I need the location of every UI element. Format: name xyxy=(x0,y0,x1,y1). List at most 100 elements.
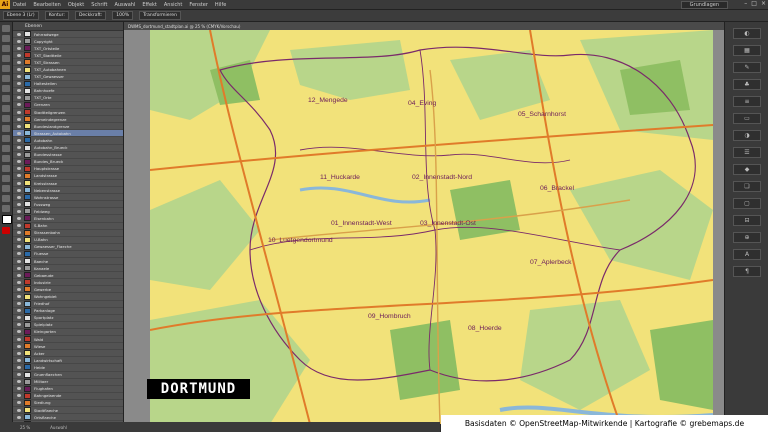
visibility-eye-icon[interactable] xyxy=(17,373,21,377)
color-panel-icon[interactable]: ◐ xyxy=(733,28,761,39)
layer-row[interactable]: Bundeslandgrenze xyxy=(13,123,123,131)
workspace-switcher[interactable]: Grundlagen xyxy=(680,1,728,9)
layer-row[interactable]: Landwirtschaft xyxy=(13,357,123,365)
layer-row[interactable]: Friedhof xyxy=(13,300,123,308)
layer-selector[interactable]: Ebene 3 (Lr) xyxy=(3,11,39,20)
visibility-eye-icon[interactable] xyxy=(17,245,21,249)
visibility-eye-icon[interactable] xyxy=(17,39,21,43)
visibility-eye-icon[interactable] xyxy=(17,195,21,199)
stroke-color-icon[interactable] xyxy=(2,227,10,234)
layer-row[interactable]: Sportplatz xyxy=(13,314,123,322)
layer-row[interactable]: S-Bahn xyxy=(13,222,123,230)
visibility-eye-icon[interactable] xyxy=(17,124,21,128)
visibility-eye-icon[interactable] xyxy=(17,401,21,405)
visibility-eye-icon[interactable] xyxy=(17,252,21,256)
selection-tool-icon[interactable] xyxy=(2,25,10,32)
visibility-eye-icon[interactable] xyxy=(17,53,21,57)
layer-row[interactable]: Strassenbahn xyxy=(13,229,123,237)
layer-row[interactable]: Kreisstrasse xyxy=(13,180,123,188)
layers-panel-icon[interactable]: ❏ xyxy=(733,181,761,192)
layer-row[interactable]: Parkanlage xyxy=(13,307,123,315)
type-tool-icon[interactable] xyxy=(2,75,10,82)
visibility-eye-icon[interactable] xyxy=(17,287,21,291)
layer-row[interactable]: Fahrradwege xyxy=(13,31,123,39)
visibility-eye-icon[interactable] xyxy=(17,316,21,320)
visibility-eye-icon[interactable] xyxy=(17,202,21,206)
layer-row[interactable]: Autobahn_Brueck xyxy=(13,144,123,152)
appearance-panel-icon[interactable]: ☰ xyxy=(733,147,761,158)
menu-edit[interactable]: Bearbeiten xyxy=(33,2,60,8)
visibility-eye-icon[interactable] xyxy=(17,266,21,270)
layer-row[interactable]: Grenzen xyxy=(13,101,123,110)
magic-wand-tool-icon[interactable] xyxy=(2,45,10,52)
hand-tool-icon[interactable] xyxy=(2,195,10,202)
layer-row[interactable]: Acker xyxy=(13,350,123,358)
menu-select[interactable]: Auswahl xyxy=(114,2,135,8)
visibility-eye-icon[interactable] xyxy=(17,273,21,277)
visibility-eye-icon[interactable] xyxy=(17,153,21,157)
shape-builder-tool-icon[interactable] xyxy=(2,165,10,172)
layer-row[interactable]: Fluesse xyxy=(13,250,123,258)
brush-tool-icon[interactable] xyxy=(2,105,10,112)
artboards-panel-icon[interactable]: ▢ xyxy=(733,198,761,209)
visibility-eye-icon[interactable] xyxy=(17,330,21,334)
stroke-panel-icon[interactable]: ≡ xyxy=(733,96,761,107)
visibility-eye-icon[interactable] xyxy=(17,75,21,79)
visibility-eye-icon[interactable] xyxy=(17,302,21,306)
direct-selection-tool-icon[interactable] xyxy=(2,35,10,42)
visibility-eye-icon[interactable] xyxy=(17,295,21,299)
visibility-eye-icon[interactable] xyxy=(17,160,21,164)
paragraph-panel-icon[interactable]: ¶ xyxy=(733,266,761,277)
menu-object[interactable]: Objekt xyxy=(68,2,84,8)
layer-row[interactable]: Bundesstrasse xyxy=(13,151,123,159)
menu-help[interactable]: Hilfe xyxy=(215,2,226,8)
visibility-eye-icon[interactable] xyxy=(17,408,21,412)
visibility-eye-icon[interactable] xyxy=(17,337,21,341)
visibility-eye-icon[interactable] xyxy=(17,110,21,114)
document-tab[interactable]: DWMS_dortmund_stadtplan.ai @ 25 % (CMYK/… xyxy=(124,22,724,30)
layer-row[interactable]: Haltestellen xyxy=(13,80,123,88)
visibility-eye-icon[interactable] xyxy=(17,238,21,242)
layer-row[interactable]: Feldweg xyxy=(13,208,123,216)
visibility-eye-icon[interactable] xyxy=(17,394,21,398)
layer-row[interactable]: Siedlung xyxy=(13,399,123,407)
layer-row[interactable]: Bahngelaende xyxy=(13,392,123,400)
layer-row[interactable]: Wiese xyxy=(13,343,123,351)
visibility-eye-icon[interactable] xyxy=(17,415,21,419)
visibility-eye-icon[interactable] xyxy=(17,351,21,355)
transparency-panel-icon[interactable]: ◑ xyxy=(733,130,761,141)
visibility-eye-icon[interactable] xyxy=(17,358,21,362)
menu-file[interactable]: Datei xyxy=(13,2,26,8)
align-panel-icon[interactable]: ⊟ xyxy=(733,215,761,226)
layer-row[interactable]: Baeche xyxy=(13,258,123,266)
gradient-panel-icon[interactable]: ▭ xyxy=(733,113,761,124)
visibility-eye-icon[interactable] xyxy=(17,365,21,369)
layer-row[interactable]: TXT_Ortsteile xyxy=(13,45,123,53)
layer-row[interactable]: Industrie xyxy=(13,279,123,287)
symbols-panel-icon[interactable]: ♣ xyxy=(733,79,761,90)
layer-row[interactable]: Nebenstrasse xyxy=(13,187,123,195)
zoom-tool-icon[interactable] xyxy=(2,205,10,212)
visibility-eye-icon[interactable] xyxy=(17,280,21,284)
maximize-icon[interactable]: □ xyxy=(751,0,757,7)
rectangle-tool-icon[interactable] xyxy=(2,95,10,102)
minimize-icon[interactable]: – xyxy=(744,0,747,7)
fill-color-icon[interactable] xyxy=(2,215,12,224)
gradient-tool-icon[interactable] xyxy=(2,175,10,182)
visibility-eye-icon[interactable] xyxy=(17,380,21,384)
layer-row[interactable]: Hauptstrasse xyxy=(13,165,123,173)
layer-row[interactable]: Ortsflaeche xyxy=(13,414,123,422)
visibility-eye-icon[interactable] xyxy=(17,32,21,36)
layer-row[interactable]: Militaer xyxy=(13,378,123,386)
visibility-eye-icon[interactable] xyxy=(17,60,21,64)
layer-row[interactable]: Heide xyxy=(13,364,123,372)
layer-row[interactable]: Wohngebiet xyxy=(13,293,123,301)
layer-row[interactable]: TXT_Strassen xyxy=(13,59,123,67)
menu-type[interactable]: Schrift xyxy=(91,2,107,8)
visibility-eye-icon[interactable] xyxy=(17,387,21,391)
pathfinder-panel-icon[interactable]: ⊕ xyxy=(733,232,761,243)
pen-tool-icon[interactable] xyxy=(2,65,10,72)
visibility-eye-icon[interactable] xyxy=(17,323,21,327)
visibility-eye-icon[interactable] xyxy=(17,188,21,192)
visibility-eye-icon[interactable] xyxy=(17,174,21,178)
